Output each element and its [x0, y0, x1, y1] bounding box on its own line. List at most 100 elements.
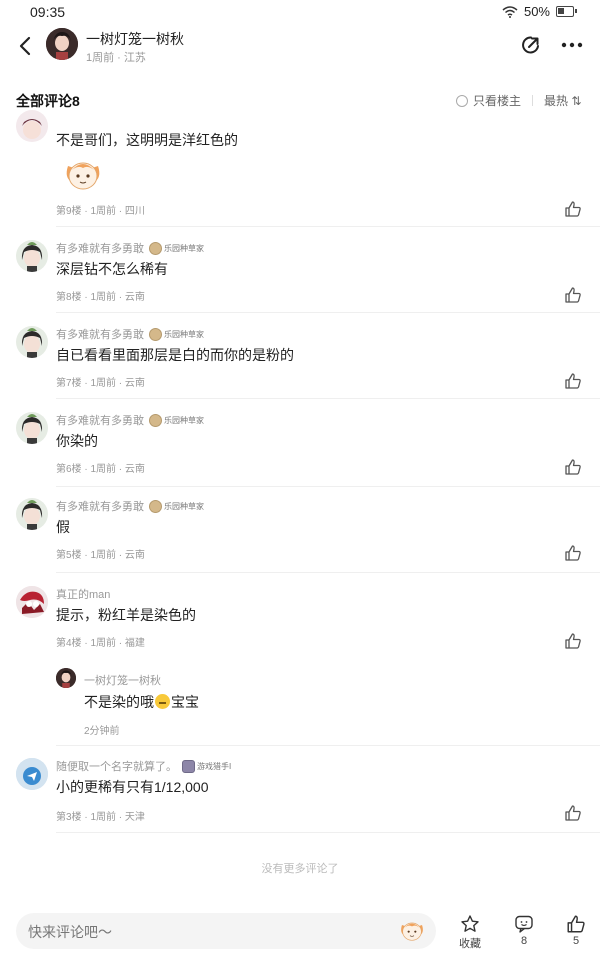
- reply-avatar[interactable]: [56, 668, 76, 688]
- commenter-avatar[interactable]: [16, 412, 48, 444]
- commenter-avatar[interactable]: [16, 240, 48, 272]
- divider: [532, 95, 533, 106]
- user-badge: 乐园种草家: [149, 327, 204, 341]
- bottom-action-bar: 快来评论吧～ 收藏 8 5: [0, 906, 600, 960]
- badge-icon: [182, 759, 195, 773]
- badge-icon: [149, 241, 162, 255]
- comment-meta: 第8楼 · 1周前 · 云南: [56, 292, 145, 303]
- thumbs-up-icon[interactable]: [564, 372, 582, 390]
- badge-label: 乐园种草家: [164, 329, 204, 339]
- thumbs-up-icon[interactable]: [564, 544, 582, 562]
- divider: [56, 745, 600, 746]
- user-badge: 乐园种草家: [149, 241, 204, 255]
- comment-bubble-icon: [515, 915, 533, 933]
- battery-icon: [556, 6, 577, 17]
- commenter-name[interactable]: 有多难就有多勇敢 乐园种草家: [56, 326, 204, 342]
- sort-hot-tab[interactable]: 最热 ⇅: [544, 92, 581, 109]
- author-name[interactable]: 一树灯笼一树秋: [86, 29, 184, 49]
- user-badge: 乐园种草家: [149, 413, 204, 427]
- author-meta: 1周前 · 江苏: [86, 52, 146, 64]
- thumbs-up-icon[interactable]: [564, 804, 582, 822]
- divider: [56, 486, 600, 487]
- commenter-username[interactable]: 真正的man: [56, 586, 110, 602]
- commenter-username[interactable]: 有多难就有多勇敢: [56, 240, 144, 256]
- commenter-name[interactable]: 有多难就有多勇敢 乐园种草家: [56, 498, 204, 514]
- commenter-avatar[interactable]: [16, 326, 48, 358]
- reply-text-before: 不是染的哦: [84, 694, 154, 710]
- thumbs-up-icon[interactable]: [564, 458, 582, 476]
- back-arrow-icon[interactable]: [14, 34, 36, 58]
- no-more-comments: 没有更多评论了: [261, 863, 339, 875]
- commenter-name[interactable]: 真正的man: [56, 586, 110, 602]
- radio-circle-icon: [456, 94, 468, 107]
- thumbs-up-icon[interactable]: [564, 200, 582, 218]
- post-header: 一树灯笼一树秋 1周前 · 江苏: [0, 26, 600, 68]
- comment-text: 不是哥们，这明明是洋红色的: [56, 132, 238, 148]
- only-op-label: 只看楼主: [473, 94, 522, 108]
- comment-text: 深层钻不怎么稀有: [56, 261, 168, 277]
- divider: [56, 226, 600, 227]
- commenter-name[interactable]: 随便取一个名字就算了。 游戏猎手I: [56, 758, 231, 774]
- comment-text: 提示，粉红羊是染色的: [56, 607, 196, 623]
- comments-section-header: 全部评论8 只看楼主 最热 ⇅: [0, 90, 600, 112]
- commenter-name[interactable]: 有多难就有多勇敢 乐园种草家: [56, 240, 204, 256]
- divider: [56, 572, 600, 573]
- divider: [56, 398, 600, 399]
- commenter-username[interactable]: 随便取一个名字就算了。: [56, 758, 177, 774]
- badge-label: 游戏猎手I: [197, 761, 232, 771]
- comment-input[interactable]: 快来评论吧～: [16, 913, 436, 949]
- only-op-filter[interactable]: 只看楼主: [456, 92, 521, 109]
- thumbs-up-icon[interactable]: [564, 286, 582, 304]
- badge-label: 乐园种草家: [164, 501, 204, 511]
- reply-username[interactable]: 一树灯笼一树秋: [84, 672, 161, 688]
- comment-meta: 第6楼 · 1周前 · 云南: [56, 464, 145, 475]
- favorite-label: 收藏: [459, 938, 481, 950]
- comment-meta: 第7楼 · 1周前 · 云南: [56, 378, 145, 389]
- comment-meta: 第4楼 · 1周前 · 福建: [56, 638, 145, 649]
- comment-meta: 第5楼 · 1周前 · 云南: [56, 550, 145, 561]
- comment-text: 自已看看里面那层是白的而你的是粉的: [56, 347, 294, 363]
- status-right: 50%: [502, 4, 577, 19]
- like-count-button[interactable]: 5: [556, 914, 596, 947]
- badge-icon: [149, 413, 162, 427]
- comments-title: 全部评论8: [16, 93, 80, 109]
- commenter-username[interactable]: 有多难就有多勇敢: [56, 412, 144, 428]
- wifi-icon: [502, 5, 518, 18]
- star-icon: [461, 915, 479, 932]
- user-badge: 乐园种草家: [149, 499, 204, 513]
- thumbs-up-icon: [567, 915, 585, 933]
- favorite-button[interactable]: 收藏: [450, 914, 490, 951]
- commenter-name[interactable]: 有多难就有多勇敢 乐园种草家: [56, 412, 204, 428]
- comment-text: 小的更稀有只有1/12,000: [56, 779, 209, 795]
- badge-label: 乐园种草家: [164, 415, 204, 425]
- like-count: 5: [572, 935, 580, 947]
- badge-icon: [149, 499, 162, 513]
- more-options-icon[interactable]: [560, 34, 584, 56]
- commenter-avatar[interactable]: [16, 110, 48, 142]
- thumbs-up-icon[interactable]: [564, 632, 582, 650]
- commenter-username[interactable]: 有多难就有多勇敢: [56, 498, 144, 514]
- reply-text: 不是染的哦 宝宝: [84, 692, 199, 712]
- commenter-avatar[interactable]: [16, 586, 48, 618]
- badge-icon: [149, 327, 162, 341]
- divider: [56, 832, 600, 833]
- comment-count: 8: [520, 935, 528, 947]
- status-bar: 09:35 50%: [0, 0, 600, 24]
- badge-label: 乐园种草家: [164, 243, 204, 253]
- user-badge: 游戏猎手I: [182, 759, 232, 773]
- puppy-emoji-button-icon[interactable]: [398, 917, 426, 945]
- commenter-username[interactable]: 有多难就有多勇敢: [56, 326, 144, 342]
- reply-text-after: 宝宝: [171, 694, 199, 710]
- divider: [56, 312, 600, 313]
- commenter-avatar[interactable]: [16, 498, 48, 530]
- comment-meta: 第3楼 · 1周前 · 天津: [56, 812, 145, 823]
- puppy-sticker-icon: [66, 162, 100, 190]
- comment-text: 你染的: [56, 433, 98, 449]
- comment-text: 假: [56, 519, 70, 535]
- share-icon[interactable]: [520, 34, 542, 56]
- comment-count-button[interactable]: 8: [504, 914, 544, 947]
- commenter-avatar[interactable]: [16, 758, 48, 790]
- status-time: 09:35: [30, 4, 66, 20]
- author-avatar[interactable]: [46, 28, 78, 60]
- comment-input-placeholder: 快来评论吧～: [28, 924, 112, 940]
